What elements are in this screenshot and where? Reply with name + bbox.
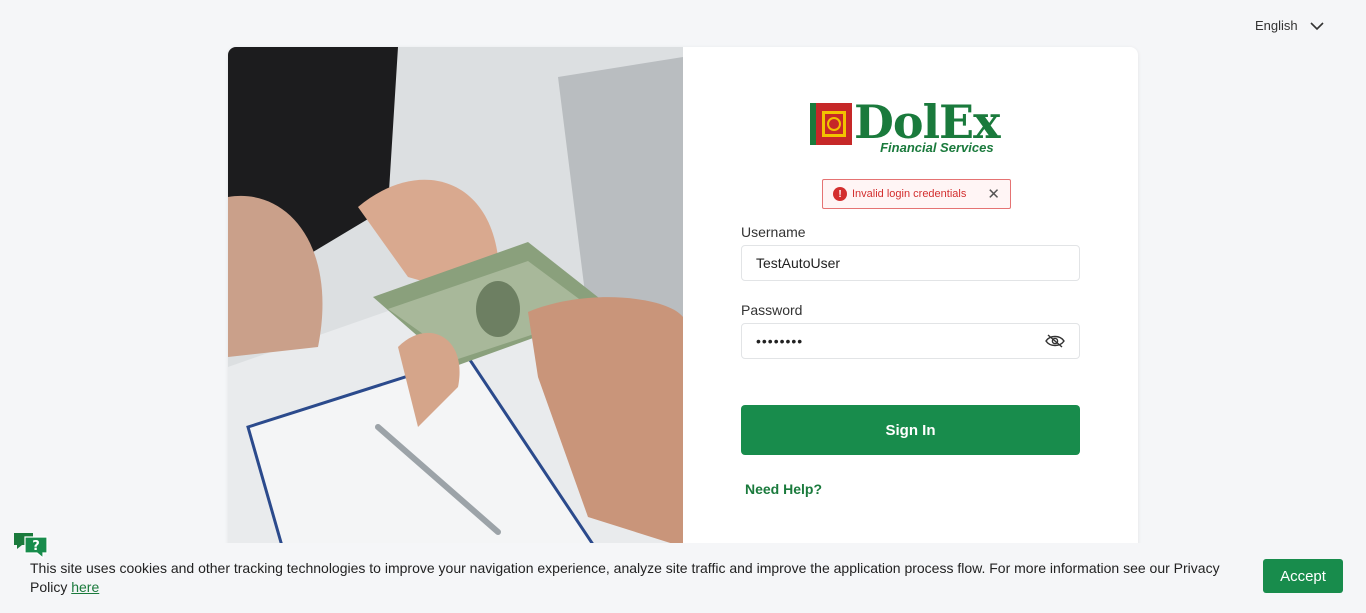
chat-help-icon[interactable]: ? xyxy=(13,531,49,561)
password-label: Password xyxy=(741,302,803,318)
error-alert: ! Invalid login credentials ✕ xyxy=(822,179,1011,209)
hero-image xyxy=(228,47,683,567)
accept-button[interactable]: Accept xyxy=(1263,559,1343,593)
cookie-text: This site uses cookies and other trackin… xyxy=(30,560,1220,595)
password-input[interactable]: •••••••• xyxy=(756,333,1045,349)
eye-slash-icon[interactable] xyxy=(1045,334,1065,348)
login-form: DolEx Financial Services ! Invalid login… xyxy=(683,47,1138,567)
language-label: English xyxy=(1255,18,1298,33)
cookie-banner: This site uses cookies and other trackin… xyxy=(0,543,1366,613)
language-selector[interactable]: English xyxy=(1255,18,1324,33)
username-field[interactable] xyxy=(741,245,1080,281)
username-label: Username xyxy=(741,224,806,240)
close-icon[interactable]: ✕ xyxy=(987,187,1000,202)
error-icon: ! xyxy=(833,187,847,201)
cookie-notice: This site uses cookies and other trackin… xyxy=(30,559,1230,597)
username-input[interactable] xyxy=(756,255,1065,271)
svg-text:?: ? xyxy=(32,539,40,554)
dolex-logo: DolEx Financial Services xyxy=(810,95,1001,154)
need-help-link[interactable]: Need Help? xyxy=(745,481,822,497)
sign-in-button[interactable]: Sign In xyxy=(741,405,1080,455)
login-card: DolEx Financial Services ! Invalid login… xyxy=(228,47,1138,567)
brand-name: DolEx xyxy=(854,95,1001,149)
chevron-down-icon xyxy=(1310,21,1324,30)
password-field[interactable]: •••••••• xyxy=(741,323,1080,359)
dolex-emblem-icon xyxy=(810,103,852,145)
error-message: Invalid login credentials xyxy=(852,188,967,200)
privacy-policy-link[interactable]: here xyxy=(71,579,99,595)
